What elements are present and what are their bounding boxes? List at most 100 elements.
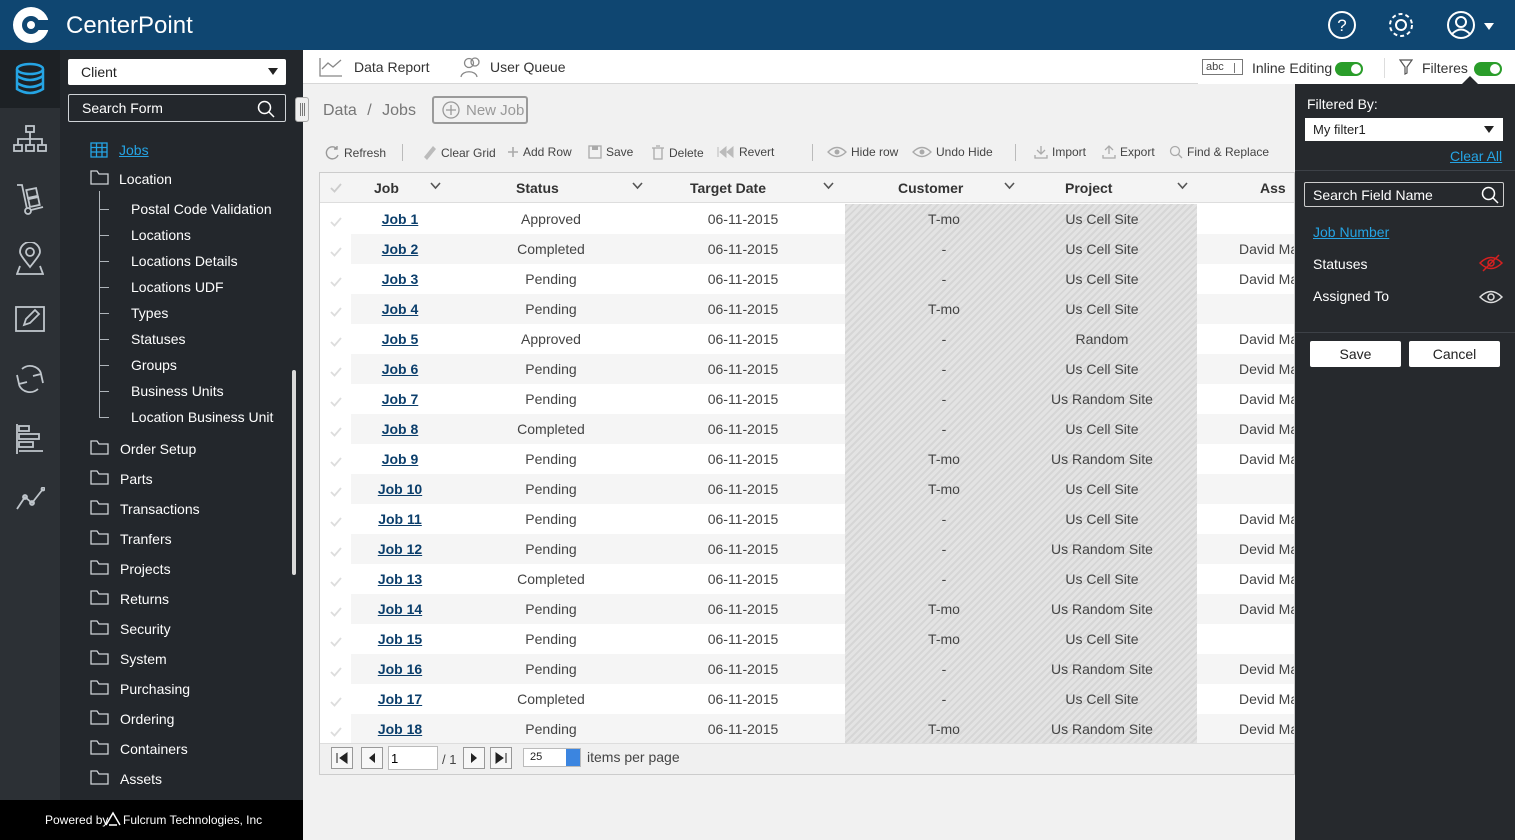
- chevron-down-icon[interactable]: [823, 182, 834, 190]
- tree-item-location-child[interactable]: Postal Code Validation: [131, 201, 272, 217]
- clear-grid-button[interactable]: Clear Grid: [423, 145, 496, 161]
- rail-analytics[interactable]: [0, 470, 60, 528]
- new-job-button[interactable]: New Job: [432, 96, 528, 124]
- tree-label: Parts: [120, 471, 153, 487]
- filter-field-job-number[interactable]: Job Number: [1313, 224, 1389, 240]
- cell-assigned: Devid Ma: [1239, 541, 1295, 557]
- cell-job[interactable]: Job 5: [320, 331, 480, 347]
- refresh-button[interactable]: Refresh: [324, 145, 386, 161]
- chevron-down-icon[interactable]: [1004, 182, 1015, 190]
- tree-label-jobs[interactable]: Jobs: [119, 142, 149, 158]
- cell-job[interactable]: Job 16: [320, 661, 480, 677]
- next-page-button[interactable]: [463, 747, 485, 769]
- cell-job[interactable]: Job 7: [320, 391, 480, 407]
- export-icon: [1102, 145, 1116, 159]
- cell-job[interactable]: Job 12: [320, 541, 480, 557]
- tab-user-queue[interactable]: User Queue: [460, 50, 565, 84]
- help-icon[interactable]: ?: [1327, 10, 1357, 40]
- cell-job[interactable]: Job 14: [320, 601, 480, 617]
- select-all-check-icon[interactable]: [330, 183, 342, 193]
- user-icon[interactable]: [1446, 10, 1476, 40]
- centerpoint-logo-icon[interactable]: [12, 6, 50, 44]
- tree-item-location-child[interactable]: Types: [131, 305, 168, 321]
- save-button[interactable]: Save: [588, 145, 633, 159]
- chevron-down-icon[interactable]: [1177, 182, 1188, 190]
- rail-map[interactable]: [0, 230, 60, 288]
- spinner-icon[interactable]: [566, 749, 580, 766]
- undo-hide-button[interactable]: Undo Hide: [912, 145, 993, 159]
- tree-item-location-child[interactable]: Business Units: [131, 383, 224, 399]
- tree-item-location-child[interactable]: Locations Details: [131, 253, 238, 269]
- tab-data-report[interactable]: Data Report: [319, 50, 429, 84]
- breadcrumb-data[interactable]: Data: [323, 102, 357, 119]
- tree-scrollbar[interactable]: [292, 370, 296, 575]
- search-form-input[interactable]: Search Form: [68, 94, 286, 122]
- chevron-down-icon[interactable]: [1484, 23, 1494, 30]
- cell-job[interactable]: Job 3: [320, 271, 480, 287]
- cell-job[interactable]: Job 4: [320, 301, 480, 317]
- search-icon[interactable]: [257, 100, 275, 118]
- eye-icon[interactable]: [1479, 289, 1503, 305]
- cell-job[interactable]: Job 10: [320, 481, 480, 497]
- filter-field-assigned-to[interactable]: Assigned To: [1313, 288, 1389, 304]
- column-header-status[interactable]: Status: [516, 180, 559, 196]
- chevron-down-icon[interactable]: [632, 182, 643, 190]
- tree-item-location-child[interactable]: Locations UDF: [131, 279, 224, 295]
- find-replace-button[interactable]: Find & Replace: [1169, 145, 1269, 159]
- tree-item-location-child[interactable]: Locations: [131, 227, 191, 243]
- chevron-down-icon[interactable]: [430, 182, 441, 190]
- first-page-button[interactable]: [331, 747, 353, 769]
- last-page-button[interactable]: [490, 747, 512, 769]
- rail-gantt[interactable]: [0, 410, 60, 468]
- filter-select[interactable]: My filter1: [1305, 118, 1503, 141]
- page-size-select[interactable]: 25: [523, 748, 581, 767]
- filter-save-button[interactable]: Save: [1310, 341, 1401, 367]
- delete-button[interactable]: Delete: [651, 145, 704, 160]
- tree-item-location-child[interactable]: Groups: [131, 357, 177, 373]
- tree-item-location-child[interactable]: Location Business Unit: [131, 409, 273, 425]
- inline-editing-toggle[interactable]: [1335, 62, 1363, 76]
- panel-splitter-handle[interactable]: [295, 97, 309, 122]
- settings-icon[interactable]: [1386, 10, 1416, 40]
- prev-page-button[interactable]: [361, 747, 383, 769]
- hide-row-button[interactable]: Hide row: [827, 145, 898, 159]
- filteres-toggle[interactable]: [1474, 62, 1502, 76]
- cell-job[interactable]: Job 9: [320, 451, 480, 467]
- column-header-assigned[interactable]: Ass: [1260, 180, 1286, 196]
- search-icon[interactable]: [1481, 186, 1499, 204]
- filter-cancel-button[interactable]: Cancel: [1409, 341, 1500, 367]
- filter-field-statuses[interactable]: Statuses: [1313, 256, 1367, 272]
- rail-dolly[interactable]: [0, 170, 60, 228]
- rail-edit[interactable]: [0, 290, 60, 348]
- cell-job[interactable]: Job 13: [320, 571, 480, 587]
- import-button[interactable]: Import: [1034, 145, 1086, 159]
- search-field-name-input[interactable]: Search Field Name: [1304, 182, 1504, 207]
- cell-status: Pending: [525, 391, 577, 407]
- cell-job[interactable]: Job 6: [320, 361, 480, 377]
- cell-job[interactable]: Job 11: [320, 511, 480, 527]
- revert-button[interactable]: Revert: [717, 145, 774, 159]
- column-header-job[interactable]: Job: [374, 180, 399, 196]
- page-number-input[interactable]: [388, 746, 438, 770]
- page-size-value: 25: [530, 751, 543, 763]
- tree-item-location-child[interactable]: Statuses: [131, 331, 185, 347]
- add-row-button[interactable]: Add Row: [507, 145, 572, 159]
- column-header-customer[interactable]: Customer: [898, 180, 963, 196]
- export-button[interactable]: Export: [1102, 145, 1155, 159]
- breadcrumb-jobs[interactable]: Jobs: [382, 102, 416, 119]
- rail-database[interactable]: [0, 50, 60, 108]
- cell-job[interactable]: Job 18: [320, 721, 480, 737]
- cell-job[interactable]: Job 1: [320, 211, 480, 227]
- column-header-target-date[interactable]: Target Date: [690, 180, 766, 196]
- cell-job[interactable]: Job 2: [320, 241, 480, 257]
- rail-sync[interactable]: [0, 350, 60, 408]
- cell-job[interactable]: Job 17: [320, 691, 480, 707]
- eye-hidden-icon[interactable]: [1479, 254, 1503, 272]
- filter-icon[interactable]: [1399, 59, 1413, 75]
- column-header-project[interactable]: Project: [1065, 180, 1112, 196]
- cell-job[interactable]: Job 15: [320, 631, 480, 647]
- client-select[interactable]: Client: [68, 59, 286, 85]
- clear-all-link[interactable]: Clear All: [1450, 148, 1502, 164]
- cell-job[interactable]: Job 8: [320, 421, 480, 437]
- rail-hierarchy[interactable]: [0, 110, 60, 168]
